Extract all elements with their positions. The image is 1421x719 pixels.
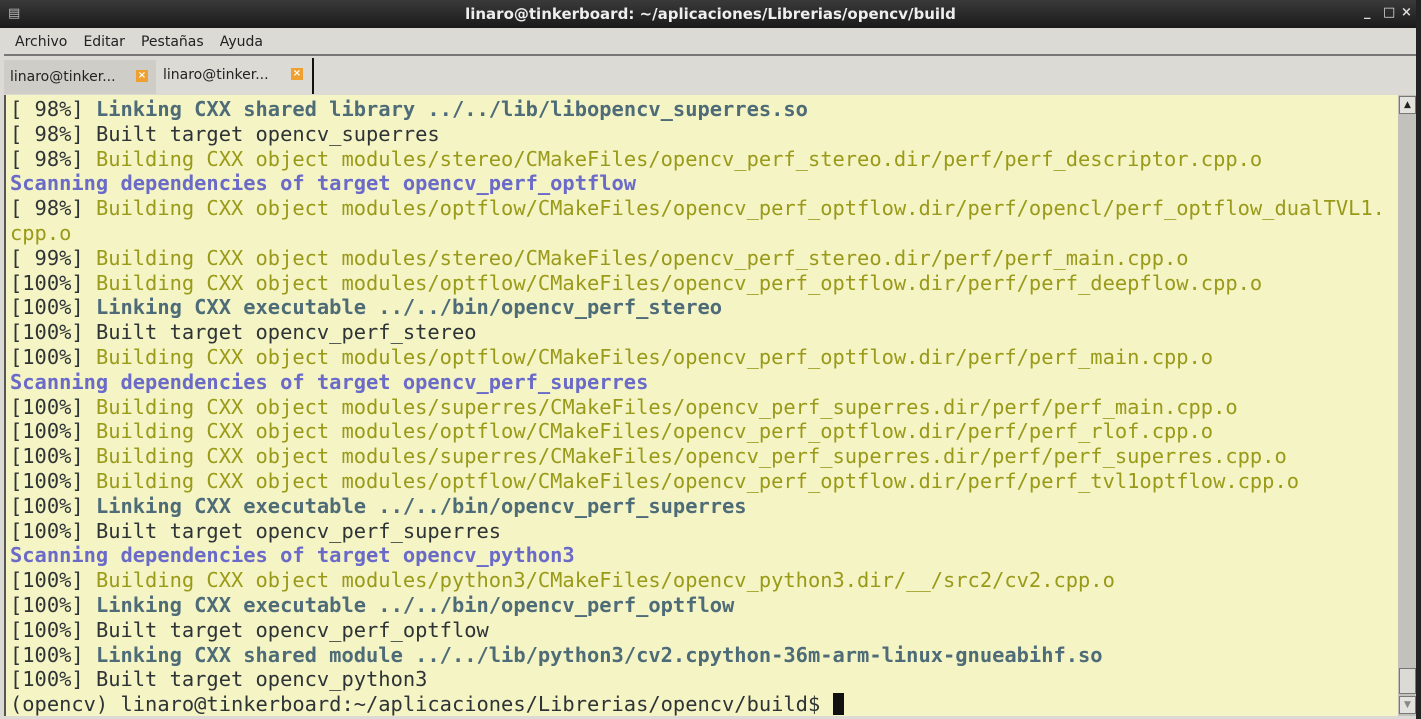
terminal-line: [100%] Built target opencv_perf_stereo <box>10 320 1385 345</box>
terminal-line: [100%] Building CXX object modules/optfl… <box>10 469 1385 494</box>
terminal-line: [ 98%] Built target opencv_superres <box>10 122 1385 147</box>
progress-prefix: [100%] <box>10 320 96 345</box>
progress-prefix: [100%] <box>10 419 96 444</box>
terminal-line: [100%] Linking CXX executable ../../bin/… <box>10 295 1385 320</box>
line-text: Building CXX object modules/optflow/CMak… <box>95 196 1385 221</box>
terminal-line: [100%] Built target opencv_perf_optflow <box>10 618 1385 643</box>
terminal-line: [100%] Building CXX object modules/pytho… <box>10 568 1385 593</box>
progress-prefix: [100%] <box>10 295 96 320</box>
line-text: Building CXX object modules/superres/CMa… <box>95 394 1238 419</box>
line-text: Scanning dependencies of target opencv_p… <box>10 171 637 196</box>
progress-prefix: [100%] <box>10 667 96 692</box>
terminal-output[interactable]: [ 98%] Linking CXX shared library ../../… <box>4 95 1399 716</box>
line-text: Built target opencv_perf_superres <box>95 518 502 543</box>
prompt-line[interactable]: (opencv) linaro@tinkerboard:~/aplicacion… <box>10 692 1385 716</box>
window-border <box>1416 0 1421 719</box>
scrollbar[interactable]: ▲ ▼ <box>1398 95 1416 716</box>
terminal-line: Scanning dependencies of target opencv_p… <box>10 171 1385 196</box>
menu-bar: Archivo Editar Pestañas Ayuda <box>4 28 1416 56</box>
close-icon[interactable]: × <box>1401 5 1412 20</box>
scrollbar-thumb[interactable] <box>1399 668 1416 694</box>
progress-prefix: [100%] <box>10 394 96 419</box>
line-text: Scanning dependencies of target opencv_p… <box>10 543 575 568</box>
tab-label: linaro@tinker... <box>10 69 116 85</box>
tab-terminal-2[interactable]: linaro@tinker... × <box>157 58 314 94</box>
line-text: Building CXX object modules/optflow/CMak… <box>95 270 1263 295</box>
line-text: Built target opencv_superres <box>95 121 440 146</box>
terminal-line: [100%] Building CXX object modules/super… <box>10 444 1385 469</box>
progress-prefix: [ 98%] <box>10 146 96 171</box>
progress-prefix: [100%] <box>10 592 96 617</box>
tab-bar: linaro@tinker... × linaro@tinker... × <box>4 56 1416 94</box>
line-text: Building CXX object modules/stereo/CMake… <box>95 146 1263 171</box>
menu-ayuda[interactable]: Ayuda <box>220 34 263 50</box>
progress-prefix: [100%] <box>10 344 96 369</box>
tab-terminal-1[interactable]: linaro@tinker... × <box>4 60 156 94</box>
line-text: cpp.o <box>10 220 72 245</box>
progress-prefix: [100%] <box>10 518 96 543</box>
tab-close-icon[interactable]: × <box>291 68 303 80</box>
menu-editar[interactable]: Editar <box>83 34 124 50</box>
terminal-line: [ 99%] Building CXX object modules/stere… <box>10 246 1385 271</box>
maximize-icon[interactable]: □ <box>1383 5 1395 20</box>
line-text: Scanning dependencies of target opencv_p… <box>10 369 649 394</box>
progress-prefix: [100%] <box>10 270 96 295</box>
terminal-line: cpp.o <box>10 221 1385 246</box>
line-text: Building CXX object modules/optflow/CMak… <box>95 468 1300 493</box>
line-text: Building CXX object modules/optflow/CMak… <box>95 419 1214 444</box>
line-text: Built target opencv_python3 <box>95 667 428 692</box>
terminal-line: [100%] Building CXX object modules/super… <box>10 395 1385 420</box>
terminal-line: [100%] Linking CXX shared module ../../l… <box>10 643 1385 668</box>
window-title: linaro@tinkerboard: ~/aplicaciones/Libre… <box>465 5 956 23</box>
progress-prefix: [100%] <box>10 444 96 469</box>
tab-close-icon[interactable]: × <box>136 70 148 82</box>
terminal-line: [ 98%] Linking CXX shared library ../../… <box>10 97 1385 122</box>
line-text: Linking CXX shared module ../../lib/pyth… <box>95 642 1103 667</box>
progress-prefix: [100%] <box>10 642 96 667</box>
line-text: Linking CXX executable ../../bin/opencv_… <box>95 493 747 518</box>
menu-archivo[interactable]: Archivo <box>15 34 67 50</box>
text-cursor <box>832 693 844 716</box>
progress-prefix: [ 98%] <box>10 121 96 146</box>
tab-label: linaro@tinker... <box>163 67 269 83</box>
terminal-line: [100%] Linking CXX executable ../../bin/… <box>10 593 1385 618</box>
progress-prefix: [ 99%] <box>10 245 96 270</box>
terminal-window: ▤ linaro@tinkerboard: ~/aplicaciones/Lib… <box>0 0 1421 719</box>
terminal-line: [100%] Built target opencv_perf_superres <box>10 519 1385 544</box>
line-text: Built target opencv_perf_stereo <box>95 320 477 345</box>
progress-prefix: [100%] <box>10 568 96 593</box>
line-text: Building CXX object modules/stereo/CMake… <box>95 245 1189 270</box>
terminal-line: [ 98%] Building CXX object modules/stere… <box>10 147 1385 172</box>
terminal-line: [ 98%] Building CXX object modules/optfl… <box>10 196 1385 221</box>
minimize-icon[interactable]: _ <box>1364 5 1371 20</box>
terminal-lines: [ 98%] Linking CXX shared library ../../… <box>10 97 1385 716</box>
line-text: Linking CXX executable ../../bin/opencv_… <box>95 592 735 617</box>
terminal-line: [100%] Building CXX object modules/optfl… <box>10 271 1385 296</box>
line-text: Building CXX object modules/python3/CMak… <box>95 568 1115 593</box>
terminal-line: Scanning dependencies of target opencv_p… <box>10 370 1385 395</box>
scroll-down-icon[interactable]: ▼ <box>1399 696 1416 714</box>
progress-prefix: [100%] <box>10 617 96 642</box>
terminal-line: Scanning dependencies of target opencv_p… <box>10 543 1385 568</box>
terminal-line: [100%] Building CXX object modules/optfl… <box>10 345 1385 370</box>
line-text: Building CXX object modules/optflow/CMak… <box>95 344 1214 369</box>
line-text: Linking CXX executable ../../bin/opencv_… <box>95 295 723 320</box>
progress-prefix: [100%] <box>10 493 96 518</box>
progress-prefix: [ 98%] <box>10 196 96 221</box>
menu-pestanas[interactable]: Pestañas <box>141 34 204 50</box>
line-text: Built target opencv_perf_optflow <box>95 617 489 642</box>
terminal-line: [100%] Linking CXX executable ../../bin/… <box>10 494 1385 519</box>
progress-prefix: [100%] <box>10 468 96 493</box>
line-text: Building CXX object modules/superres/CMa… <box>95 444 1287 469</box>
title-bar[interactable]: ▤ linaro@tinkerboard: ~/aplicaciones/Lib… <box>0 0 1421 28</box>
progress-prefix: [ 98%] <box>10 97 96 121</box>
scroll-up-icon[interactable]: ▲ <box>1399 96 1416 114</box>
terminal-line: [100%] Built target opencv_python3 <box>10 667 1385 692</box>
line-text: Linking CXX shared library ../../lib/lib… <box>95 97 808 121</box>
terminal-line: [100%] Building CXX object modules/optfl… <box>10 419 1385 444</box>
shell-prompt: (opencv) linaro@tinkerboard:~/aplicacion… <box>10 692 833 716</box>
